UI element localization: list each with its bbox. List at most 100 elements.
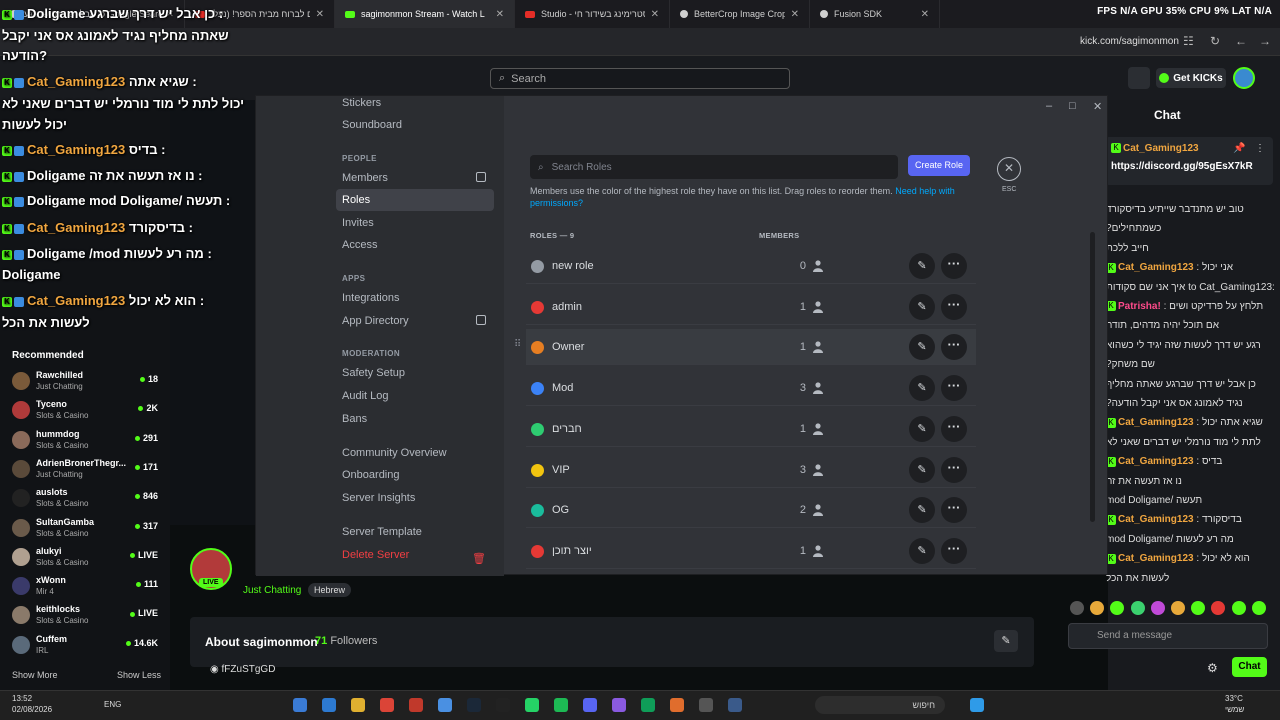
role-row[interactable]: יוצר תוכן 1 ✎ ··· [526,533,976,569]
kick-search-input[interactable]: ⌕ Search [490,68,790,89]
back-icon[interactable]: ← [1235,34,1247,48]
show-less-button[interactable]: Show Less [117,670,161,680]
list-item[interactable]: Rawchilled Just Chatting 18 [12,368,162,396]
language-indicator[interactable]: ENG [104,700,121,709]
emote-icon[interactable] [1130,601,1145,615]
taskbar-app-icon[interactable] [293,698,307,712]
create-role-button[interactable]: Create Role [908,155,970,176]
forward-icon[interactable]: → [1259,34,1271,48]
tab-close-icon[interactable]: ✕ [496,9,504,20]
emote-icon[interactable] [1070,601,1084,615]
taskbar-search[interactable]: חיפוש [815,696,945,714]
edit-role-icon[interactable]: ✎ [909,293,935,320]
more-options-icon[interactable]: ··· [941,334,967,361]
more-options-icon[interactable]: ··· [941,497,967,524]
chat-username[interactable]: Cat_Gaming123 [1118,262,1194,273]
list-item[interactable]: AdrienBronerThegr... Just Chatting 171 [12,456,162,484]
chat-send-button[interactable]: Chat [1232,657,1267,677]
video-player[interactable] [170,100,255,525]
role-row[interactable]: ⠿ Owner 1 ✎ ··· [514,329,976,366]
stream-category[interactable]: Just Chatting [243,585,301,596]
more-icon[interactable]: ⋮ [1255,143,1265,154]
pin-icon[interactable]: 📌 [1233,143,1245,154]
menu-item[interactable]: Soundboard [336,114,494,136]
list-item[interactable]: hummdog Slots & Casino 291 [12,427,162,455]
edit-role-icon[interactable]: ✎ [909,375,935,402]
browser-tab[interactable]: Fusion SDK ✕ [810,0,940,28]
scrollbar[interactable] [1090,232,1095,522]
drag-handle-icon[interactable]: ⠿ [514,339,521,350]
taskbar-app-icon[interactable] [583,698,597,712]
get-kicks-button[interactable]: Get KICKs [1156,68,1226,88]
esc-close-button[interactable]: ✕ [997,157,1021,181]
chat-username[interactable]: Cat_Gaming123 [1118,417,1194,428]
list-item[interactable]: xWonn Mir 4 111 [12,573,162,601]
edit-role-icon[interactable]: ✎ [909,497,935,524]
menu-item[interactable]: Invites [336,212,494,234]
user-avatar[interactable] [1233,67,1255,89]
taskbar-app-icon[interactable] [351,698,365,712]
role-row[interactable]: admin 1 ✎ ··· [526,289,976,325]
more-options-icon[interactable]: ··· [941,537,967,564]
menu-item[interactable]: App Directory [336,310,494,332]
taskbar-app-icon[interactable] [322,698,336,712]
emote-icon[interactable] [1231,601,1246,615]
menu-item[interactable]: Server Template [336,521,494,543]
taskbar-app-icon[interactable] [554,698,568,712]
tab-close-icon[interactable]: ✕ [791,9,799,20]
role-row[interactable]: OG 2 ✎ ··· [526,492,976,529]
chat-username[interactable]: Cat_Gaming123 [1118,456,1194,467]
browser-tab[interactable]: Studio - סטרימינג בשידור חי ✕ [515,0,670,28]
emote-icon[interactable] [1090,601,1105,615]
menu-item[interactable]: Audit Log [336,385,494,407]
taskbar-app-icon[interactable] [728,698,742,712]
taskbar-app-icon[interactable] [438,698,452,712]
clock[interactable]: 13:52 02/08/2026 [12,693,52,715]
taskbar-app-icon[interactable] [496,698,510,712]
minimize-icon[interactable]: – [1046,100,1052,112]
menu-item[interactable]: Server Insights [336,487,494,509]
weather-widget[interactable]: 33°C שמשי [1225,693,1244,715]
role-row[interactable]: VIP 3 ✎ ··· [526,452,976,488]
menu-item[interactable]: Delete Server 🗑 [336,544,494,566]
url-text[interactable]: kick.com/sagimonmon [1080,36,1179,47]
menu-item[interactable]: Integrations [336,287,494,309]
edit-role-icon[interactable]: ✎ [909,253,935,279]
maximize-icon[interactable]: □ [1069,100,1076,112]
taskbar-app-icon[interactable] [525,698,539,712]
tab-close-icon[interactable]: ✕ [921,9,929,20]
emote-icon[interactable] [1150,601,1165,615]
emote-icon[interactable] [1251,601,1266,615]
menu-item[interactable]: Stickers [336,92,494,114]
browser-tab[interactable]: sagimonmon Stream - Watch L ✕ [335,0,515,28]
list-item[interactable]: Tyceno Slots & Casino 2K [12,397,162,425]
discord-link[interactable]: ◉ fFZuSTgGD [210,664,275,675]
role-row[interactable]: חברים 1 ✎ ··· [526,411,976,447]
menu-item[interactable]: Access [336,234,494,256]
edit-icon[interactable]: ✎ [994,630,1018,652]
emote-icon[interactable] [1171,601,1185,615]
taskbar-app-icon[interactable] [409,698,423,712]
menu-item[interactable]: Safety Setup [336,362,494,384]
edit-role-icon[interactable]: ✎ [909,415,935,442]
more-options-icon[interactable]: ··· [941,375,967,402]
edit-role-icon[interactable]: ✎ [909,537,935,564]
role-row[interactable]: Mod 3 ✎ ··· [526,370,976,407]
browse-icon[interactable] [1128,67,1150,89]
taskbar-app-icon[interactable] [699,698,713,712]
list-item[interactable]: Cuffem IRL 14.6K [12,632,162,660]
more-options-icon[interactable]: ··· [941,456,967,483]
more-options-icon[interactable]: ··· [941,253,967,279]
role-row[interactable]: new role 0 ✎ ··· [526,248,976,284]
search-roles-input[interactable]: ⌕ Search Roles [530,155,898,179]
chat-username[interactable]: Patrisha! [1118,301,1161,312]
tune-icon[interactable]: ☷ [1183,34,1194,48]
show-more-button[interactable]: Show More [12,670,58,680]
edit-role-icon[interactable]: ✎ [909,334,935,361]
menu-item[interactable]: Members [336,167,494,189]
list-item[interactable]: SultanGamba Slots & Casino 317 [12,515,162,543]
taskbar-app-icon[interactable] [612,698,626,712]
windows-start-icon[interactable] [970,698,984,712]
list-item[interactable]: auslots Slots & Casino 846 [12,485,162,513]
menu-item[interactable]: Bans [336,408,494,430]
